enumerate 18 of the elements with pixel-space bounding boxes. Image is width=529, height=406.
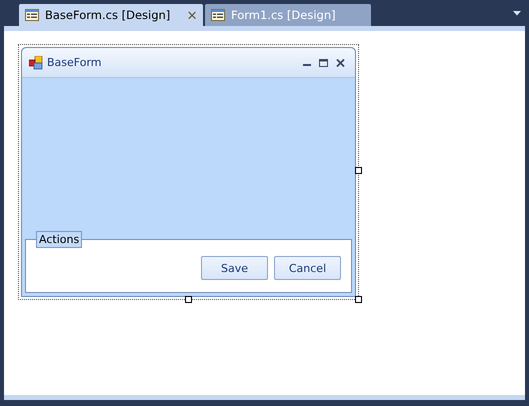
tab-label: Form1.cs [Design] — [231, 8, 336, 22]
form-icon — [29, 56, 43, 70]
form-window[interactable]: BaseForm Actions Save Cancel — [21, 47, 356, 297]
resize-handle[interactable] — [185, 296, 192, 303]
close-tab-button[interactable]: × — [187, 6, 197, 24]
tab-label: BaseForm.cs [Design] — [45, 8, 170, 22]
form-file-icon — [211, 9, 225, 21]
document-tab[interactable]: BaseForm.cs [Design] × — [19, 4, 203, 26]
window-title: BaseForm — [47, 56, 102, 69]
dropdown-arrow-icon[interactable] — [513, 11, 521, 16]
form-file-icon — [25, 9, 39, 21]
action-button[interactable]: Save — [201, 256, 268, 280]
close-icon[interactable] — [336, 58, 345, 66]
resize-handle[interactable] — [355, 296, 362, 303]
action-button[interactable]: Cancel — [274, 256, 341, 280]
resize-handle[interactable] — [355, 167, 362, 174]
maximize-icon[interactable] — [319, 58, 328, 66]
group-label: Actions — [36, 231, 82, 248]
